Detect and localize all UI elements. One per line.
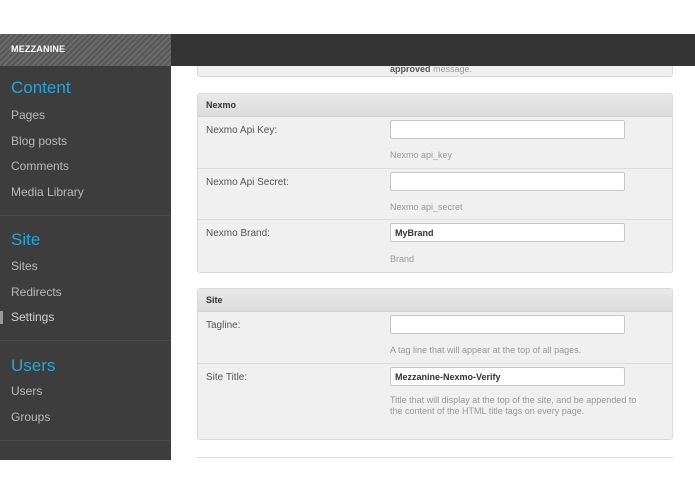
sidebar-item-media-library[interactable]: Media Library — [11, 185, 84, 199]
brand-area[interactable]: MEZZANINE — [0, 34, 171, 66]
sidebar-item-settings[interactable]: Settings — [11, 310, 54, 324]
active-item-indicator — [0, 311, 3, 324]
nexmo-api-key-input[interactable] — [390, 120, 625, 139]
site-panel: Site Tagline: A tag line that will appea… — [197, 288, 673, 440]
nexmo-api-secret-input[interactable] — [390, 172, 625, 191]
previous-help-text: approved message. — [390, 66, 472, 74]
nexmo-api-key-label: Nexmo Api Key: — [206, 125, 278, 136]
nexmo-brand-row: Nexmo Brand: Brand — [198, 220, 672, 272]
settings-content: approved message. Nexmo Nexmo Api Key: N… — [171, 66, 695, 460]
previous-settings-panel: approved message. — [197, 66, 673, 77]
tagline-input[interactable] — [390, 315, 625, 334]
nexmo-panel-title: Nexmo — [198, 94, 672, 117]
sidebar-section-users[interactable]: Users — [11, 356, 55, 376]
tagline-help: A tag line that will appear at the top o… — [390, 345, 582, 355]
site-title-help: Title that will display at the top of th… — [390, 395, 637, 416]
site-panel-title: Site — [198, 289, 672, 312]
next-settings-panel — [197, 457, 673, 460]
sidebar-divider — [0, 215, 171, 216]
site-title-input[interactable] — [390, 367, 625, 386]
sidebar-item-users[interactable]: Users — [11, 384, 42, 398]
nexmo-brand-input[interactable] — [390, 223, 625, 242]
sidebar-item-redirects[interactable]: Redirects — [11, 285, 62, 299]
nexmo-brand-help: Brand — [390, 254, 415, 264]
nexmo-api-secret-help: Nexmo api_secret — [390, 202, 463, 212]
sidebar: Content Pages Blog posts Comments Media … — [0, 66, 171, 460]
sidebar-divider — [0, 340, 171, 341]
nexmo-api-secret-label: Nexmo Api Secret: — [206, 177, 289, 188]
admin-window: MEZZANINE Content Pages Blog posts Comme… — [0, 34, 695, 460]
site-title-row: Site Title: Title that will display at t… — [198, 364, 672, 439]
sidebar-item-blog-posts[interactable]: Blog posts — [11, 134, 67, 148]
nexmo-api-key-help: Nexmo api_key — [390, 150, 453, 160]
sidebar-item-pages[interactable]: Pages — [11, 108, 45, 122]
site-title-label: Site Title: — [206, 372, 248, 383]
sidebar-item-comments[interactable]: Comments — [11, 159, 69, 173]
nexmo-api-secret-row: Nexmo Api Secret: Nexmo api_secret — [198, 169, 672, 220]
nexmo-api-key-row: Nexmo Api Key: Nexmo api_key — [198, 117, 672, 169]
sidebar-divider — [0, 440, 171, 441]
sidebar-item-sites[interactable]: Sites — [11, 259, 38, 273]
nexmo-brand-label: Nexmo Brand: — [206, 228, 270, 239]
sidebar-section-content[interactable]: Content — [11, 78, 71, 98]
brand-logo-text[interactable]: MEZZANINE — [11, 44, 65, 54]
nexmo-panel: Nexmo Nexmo Api Key: Nexmo api_key Nexmo… — [197, 93, 673, 273]
tagline-label: Tagline: — [206, 320, 241, 331]
previous-help-bold: approved — [390, 66, 431, 74]
top-bar: MEZZANINE — [0, 34, 695, 66]
tagline-row: Tagline: A tag line that will appear at … — [198, 312, 672, 364]
sidebar-item-groups[interactable]: Groups — [11, 410, 50, 424]
previous-help-rest: message. — [433, 66, 473, 74]
sidebar-section-site[interactable]: Site — [11, 230, 40, 250]
